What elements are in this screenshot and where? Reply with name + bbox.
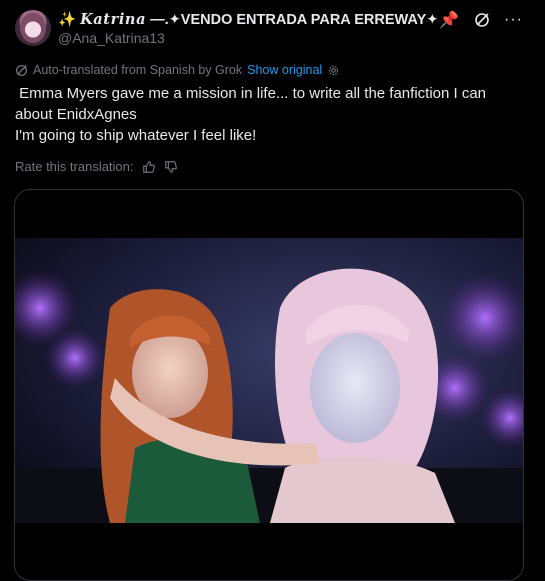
tweet-line: I'm going to ship whatever I feel like! — [15, 127, 257, 144]
more-icon[interactable]: ··· — [504, 12, 523, 28]
grok-icon — [15, 64, 28, 76]
author-name-script: 𝑲𝒂𝒕𝒓𝒊𝒏𝒂 — [80, 11, 147, 28]
gear-icon[interactable] — [327, 64, 340, 77]
grok-icon[interactable] — [474, 12, 490, 28]
media-card[interactable] — [14, 189, 524, 581]
rate-translation: Rate this translation: — [15, 159, 178, 174]
avatar[interactable] — [15, 10, 51, 46]
tweet-text: Emma Myers gave me a mission in life... … — [15, 83, 525, 146]
author-name-row[interactable]: ✨ 𝑲𝒂𝒕𝒓𝒊𝒏𝒂 —.✦VENDO ENTRADA PARA ERREWAY✦… — [58, 10, 459, 29]
author-name-rest: —.✦VENDO ENTRADA PARA ERREWAY✦ — [146, 12, 439, 28]
translation-notice: Auto-translated from Spanish by Grok Sho… — [15, 63, 340, 77]
show-original-link[interactable]: Show original — [247, 63, 322, 77]
thumbs-down-icon[interactable] — [164, 160, 178, 174]
author-handle[interactable]: @Ana_Katrina13 — [58, 30, 165, 46]
media-image[interactable] — [15, 238, 523, 523]
tweet-actions-top: ··· — [474, 12, 523, 28]
thumbs-up-icon[interactable] — [142, 160, 156, 174]
author-display-name[interactable]: ✨ 𝑲𝒂𝒕𝒓𝒊𝒏𝒂 —.✦VENDO ENTRADA PARA ERREWAY✦ — [58, 11, 438, 28]
tweet-line: Emma Myers gave me a mission in life... … — [15, 85, 491, 123]
rate-label: Rate this translation: — [15, 159, 134, 174]
sparkles-emoji: ✨ — [58, 12, 81, 28]
pushpin-icon: 📌 — [439, 11, 460, 29]
translation-label: Auto-translated from Spanish by Grok — [33, 63, 243, 77]
